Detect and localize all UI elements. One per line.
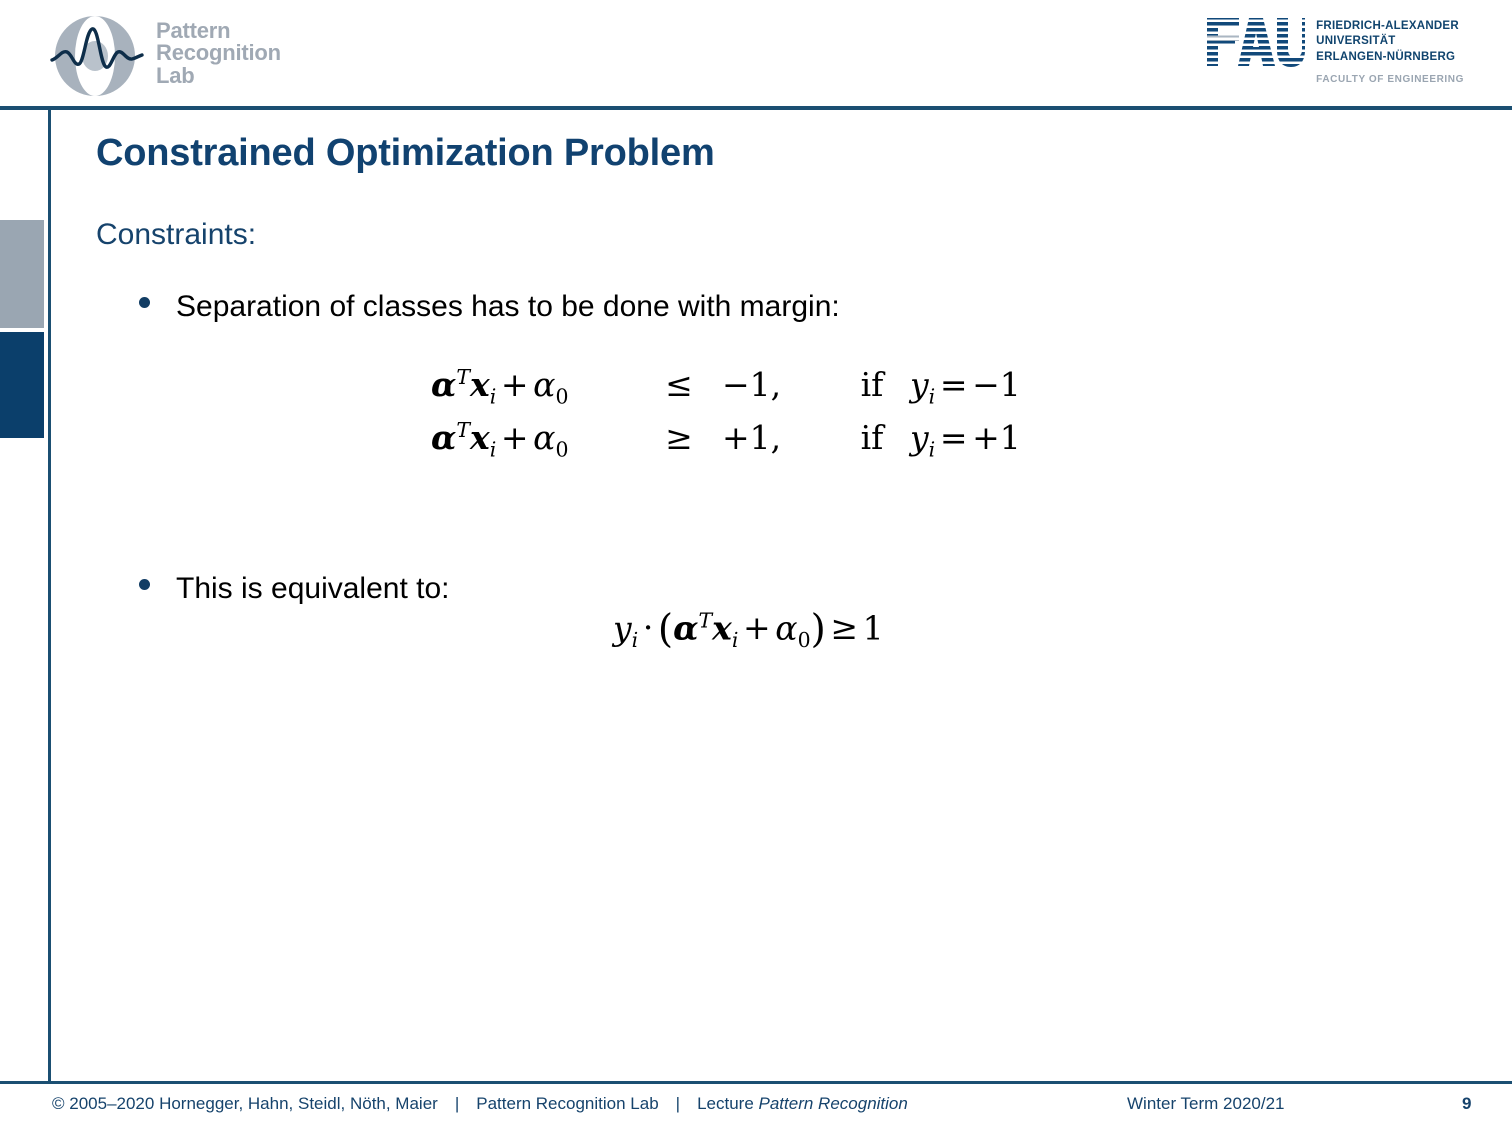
- pattern-recognition-lab-logo: Pattern Recognition Lab: [50, 14, 281, 98]
- fau-faculty-label: FACULTY OF ENGINEERING: [1316, 73, 1464, 85]
- bullet-dot-icon: [139, 579, 150, 590]
- footer-page-number: 9: [1462, 1094, 1472, 1113]
- waveform-globe-icon: [50, 14, 146, 98]
- page-title: Constrained Optimization Problem: [96, 132, 715, 174]
- equation-condition: yi = +1: [910, 418, 1021, 463]
- equivalent-equation: yi · (αTxi + α0) ≥1: [613, 607, 884, 652]
- slide-header: Pattern Recognition Lab FRIEDRICH-ALEXAN…: [0, 0, 1512, 108]
- equation-rhs: −1,: [722, 365, 782, 404]
- equation-rhs: +1,: [722, 418, 782, 458]
- footer-term: Winter Term 2020/21: [1127, 1094, 1285, 1113]
- constraint-equations: αTxi + α0 ≤ −1, if yi = −1 αTxi + α0 ≥ +1, if …: [431, 358, 1070, 465]
- progress-marker-gray[interactable]: [0, 220, 44, 328]
- fau-university-name: FRIEDRICH-ALEXANDER UNIVERSITÄT ERLANGEN…: [1316, 19, 1464, 85]
- slide-content: Constrained Optimization Problem Constra…: [51, 110, 1512, 1081]
- footer-copyright: © 2005–2020 Hornegger, Hahn, Steidl, Nöt…: [52, 1094, 438, 1113]
- footer-lecture-name: Pattern Recognition: [758, 1094, 908, 1113]
- fau-logo: FRIEDRICH-ALEXANDER UNIVERSITÄT ERLANGEN…: [1205, 16, 1464, 85]
- equation-relation: ≤: [665, 365, 693, 404]
- equation-row: αTxi + α0 ≤ −1, if yi = −1: [431, 358, 1070, 411]
- footer-lecture-prefix: Lecture: [697, 1094, 754, 1113]
- prl-wordmark-line1: Pattern: [156, 18, 231, 43]
- equation-row: αTxi + α0 ≥ +1, if yi = +1: [431, 411, 1070, 464]
- prl-wordmark-line3: Lab: [156, 62, 195, 88]
- footer-separator: |: [675, 1094, 681, 1113]
- content-frame-bottom-border: [0, 1081, 1512, 1084]
- fau-name-line3: ERLANGEN-NÜRNBERG: [1316, 50, 1456, 63]
- equation-condition: yi = −1: [910, 365, 1021, 409]
- bullet-text: Separation of classes has to be done wit…: [176, 290, 840, 323]
- prl-wordmark: Pattern Recognition Lab: [156, 18, 281, 88]
- list-item: Separation of classes has to be done wit…: [139, 290, 840, 324]
- equation-lhs: αTxi + α0: [431, 365, 569, 409]
- slide-footer: © 2005–2020 Hornegger, Hahn, Steidl, Nöt…: [0, 1090, 1512, 1130]
- constraints-label: Constraints:: [96, 218, 257, 251]
- equation-relation: ≥: [665, 418, 693, 458]
- footer-separator: |: [454, 1094, 460, 1113]
- fau-striped-icon: [1205, 16, 1306, 68]
- prl-wordmark-line2: Recognition: [156, 40, 281, 66]
- progress-marker-navy[interactable]: [0, 332, 44, 438]
- equation-if: if: [860, 365, 884, 404]
- list-item: This is equivalent to:: [139, 572, 449, 606]
- fau-name-line2: UNIVERSITÄT: [1316, 35, 1396, 48]
- equation-lhs: αTxi + α0: [431, 418, 569, 463]
- footer-credits: © 2005–2020 Hornegger, Hahn, Steidl, Nöt…: [52, 1094, 908, 1114]
- bullet-text: This is equivalent to:: [176, 572, 450, 605]
- bullet-dot-icon: [139, 297, 150, 308]
- fau-name-line1: FRIEDRICH-ALEXANDER: [1316, 20, 1459, 32]
- equation-if: if: [860, 418, 884, 458]
- footer-lab: Pattern Recognition Lab: [476, 1094, 659, 1113]
